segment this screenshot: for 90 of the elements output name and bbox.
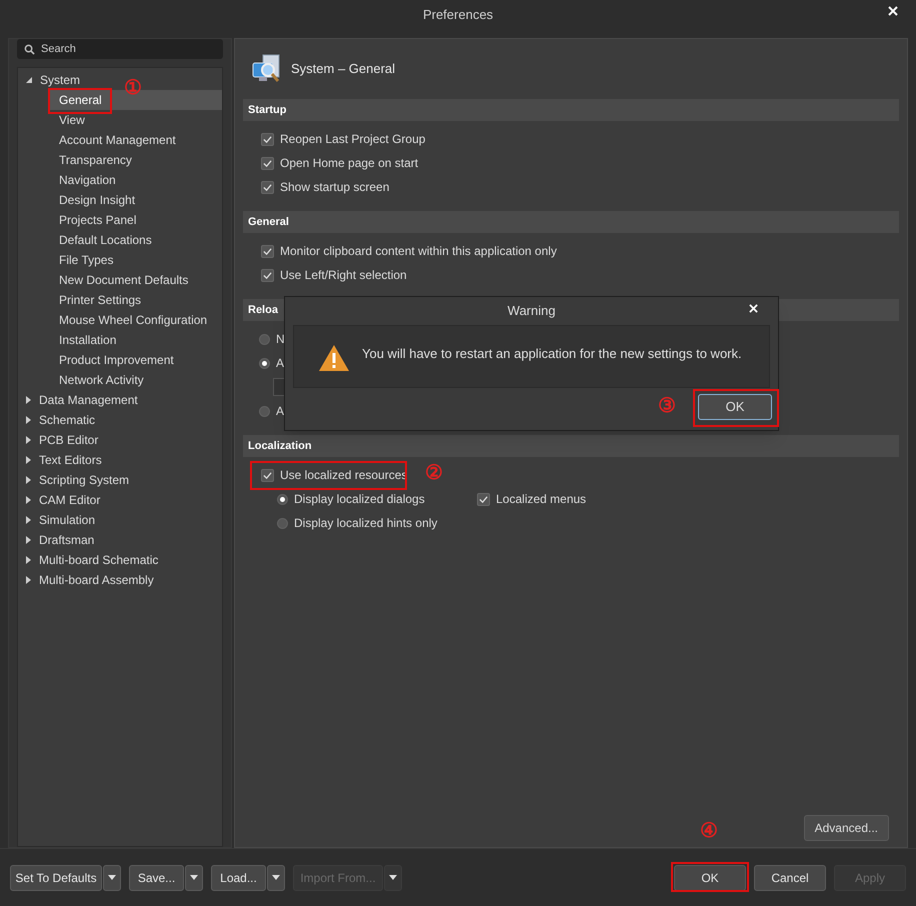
tree-item[interactable]: Data Management xyxy=(39,391,138,409)
section-header: Localization xyxy=(243,435,899,457)
tree-item[interactable]: Draftsman xyxy=(39,531,94,549)
checkbox-label[interactable]: Open Home page on start xyxy=(280,154,418,172)
checkbox[interactable] xyxy=(261,132,274,146)
search-field[interactable]: Search xyxy=(17,39,223,59)
tree-item[interactable]: File Types xyxy=(49,250,222,270)
close-icon[interactable] xyxy=(749,304,758,313)
ok-button[interactable]: OK xyxy=(698,394,772,420)
window-title: Preferences xyxy=(422,6,494,24)
warning-message: You will have to restart an application for the new settings to work. xyxy=(362,345,742,363)
tree-item[interactable]: Account Management xyxy=(49,130,222,150)
tree-item[interactable]: Transparency xyxy=(49,150,222,170)
close-icon[interactable] xyxy=(888,6,898,16)
checkbox-label[interactable]: Monitor clipboard content within this application only xyxy=(280,242,557,260)
dropdown-button[interactable] xyxy=(267,864,285,890)
dialog-button[interactable]: OK xyxy=(674,864,746,890)
dropdown-button[interactable] xyxy=(384,864,402,890)
checkbox[interactable] xyxy=(261,180,274,194)
tree-item[interactable]: Mouse Wheel Configuration xyxy=(49,310,222,330)
tree-item[interactable]: Printer Settings xyxy=(49,290,222,310)
tree-item[interactable]: Simulation xyxy=(39,511,96,529)
tree-item[interactable]: Product Improvement xyxy=(49,350,222,370)
tree-item[interactable]: Network Activity xyxy=(49,370,222,390)
checkbox[interactable] xyxy=(261,156,274,170)
tree-item[interactable]: Scripting System xyxy=(39,471,130,489)
split-button[interactable]: Save... xyxy=(129,864,184,890)
tree-item[interactable]: Projects Panel xyxy=(49,210,222,230)
advanced-button[interactable]: Advanced... xyxy=(804,815,889,841)
tree-item[interactable]: Installation xyxy=(49,330,222,350)
tree-item[interactable]: Design Insight xyxy=(49,190,222,210)
checkbox-label[interactable]: Show startup screen xyxy=(280,178,390,196)
warning-icon xyxy=(318,344,350,372)
radio-button[interactable] xyxy=(259,334,270,344)
checkbox-label[interactable]: Localized menus xyxy=(496,490,586,508)
checkbox[interactable] xyxy=(261,268,274,282)
expand-arrow-icon[interactable] xyxy=(26,396,31,404)
radio-label[interactable]: A xyxy=(276,402,284,420)
tree-item[interactable]: PCB Editor xyxy=(39,431,98,449)
radio-button[interactable] xyxy=(277,518,288,528)
expand-arrow-icon[interactable] xyxy=(26,576,31,584)
expand-arrow-icon[interactable] xyxy=(26,456,31,464)
radio-button[interactable] xyxy=(259,406,270,416)
dropdown-button[interactable] xyxy=(103,864,121,890)
split-button[interactable]: Set To Defaults xyxy=(10,864,102,890)
radio-label[interactable]: A xyxy=(276,354,284,372)
expand-arrow-icon[interactable] xyxy=(26,436,31,444)
page-title: System – General xyxy=(291,60,396,78)
caret-icon xyxy=(190,875,198,880)
checkbox[interactable] xyxy=(261,468,274,482)
annotation-number: ② xyxy=(425,463,443,483)
search-icon xyxy=(24,44,35,55)
split-button[interactable]: Load... xyxy=(211,864,266,890)
caret-icon xyxy=(389,875,397,880)
tree-item[interactable]: Navigation xyxy=(49,170,222,190)
tree-item[interactable]: Multi-board Assembly xyxy=(39,571,154,589)
checkbox[interactable] xyxy=(477,492,490,506)
caret-icon xyxy=(272,875,280,880)
checkbox[interactable] xyxy=(261,244,274,258)
tree-item[interactable]: New Document Defaults xyxy=(49,270,222,290)
expand-arrow-icon[interactable] xyxy=(26,556,31,564)
expand-arrow-icon[interactable] xyxy=(26,416,31,424)
tree-item[interactable]: System xyxy=(40,71,80,89)
expand-arrow-icon[interactable] xyxy=(26,476,31,484)
expand-arrow-icon[interactable] xyxy=(26,496,31,504)
checkbox-label[interactable]: Use localized resources xyxy=(280,466,408,484)
section-header: General xyxy=(243,211,899,233)
tree-item[interactable]: Schematic xyxy=(39,411,96,429)
expand-arrow-icon[interactable] xyxy=(26,536,31,544)
radio-label[interactable]: Display localized dialogs xyxy=(294,490,425,508)
checkbox-label[interactable]: Reopen Last Project Group xyxy=(280,130,426,148)
radio-label[interactable]: N xyxy=(276,330,285,348)
expand-arrow-icon[interactable] xyxy=(26,516,31,524)
radio-button[interactable] xyxy=(259,358,270,368)
dialog-title: Warning xyxy=(508,302,556,320)
collapse-arrow-icon[interactable] xyxy=(26,77,32,83)
tree-item[interactable]: Default Locations xyxy=(49,230,222,250)
dialog-button[interactable]: Cancel xyxy=(754,864,826,890)
section-header: Startup xyxy=(243,99,899,121)
dropdown-button[interactable] xyxy=(185,864,203,890)
caret-icon xyxy=(108,875,116,880)
radio-label[interactable]: Display localized hints only xyxy=(294,514,438,532)
checkbox-label[interactable]: Use Left/Right selection xyxy=(280,266,407,284)
tree-item[interactable]: View xyxy=(49,110,222,130)
tree-item[interactable]: Text Editors xyxy=(39,451,102,469)
radio-button[interactable] xyxy=(277,494,288,504)
tree-item[interactable]: CAM Editor xyxy=(39,491,100,509)
tree-item[interactable]: Multi-board Schematic xyxy=(39,551,158,569)
annotation-number: ③ xyxy=(658,396,676,416)
annotation-number: ④ xyxy=(700,820,718,840)
